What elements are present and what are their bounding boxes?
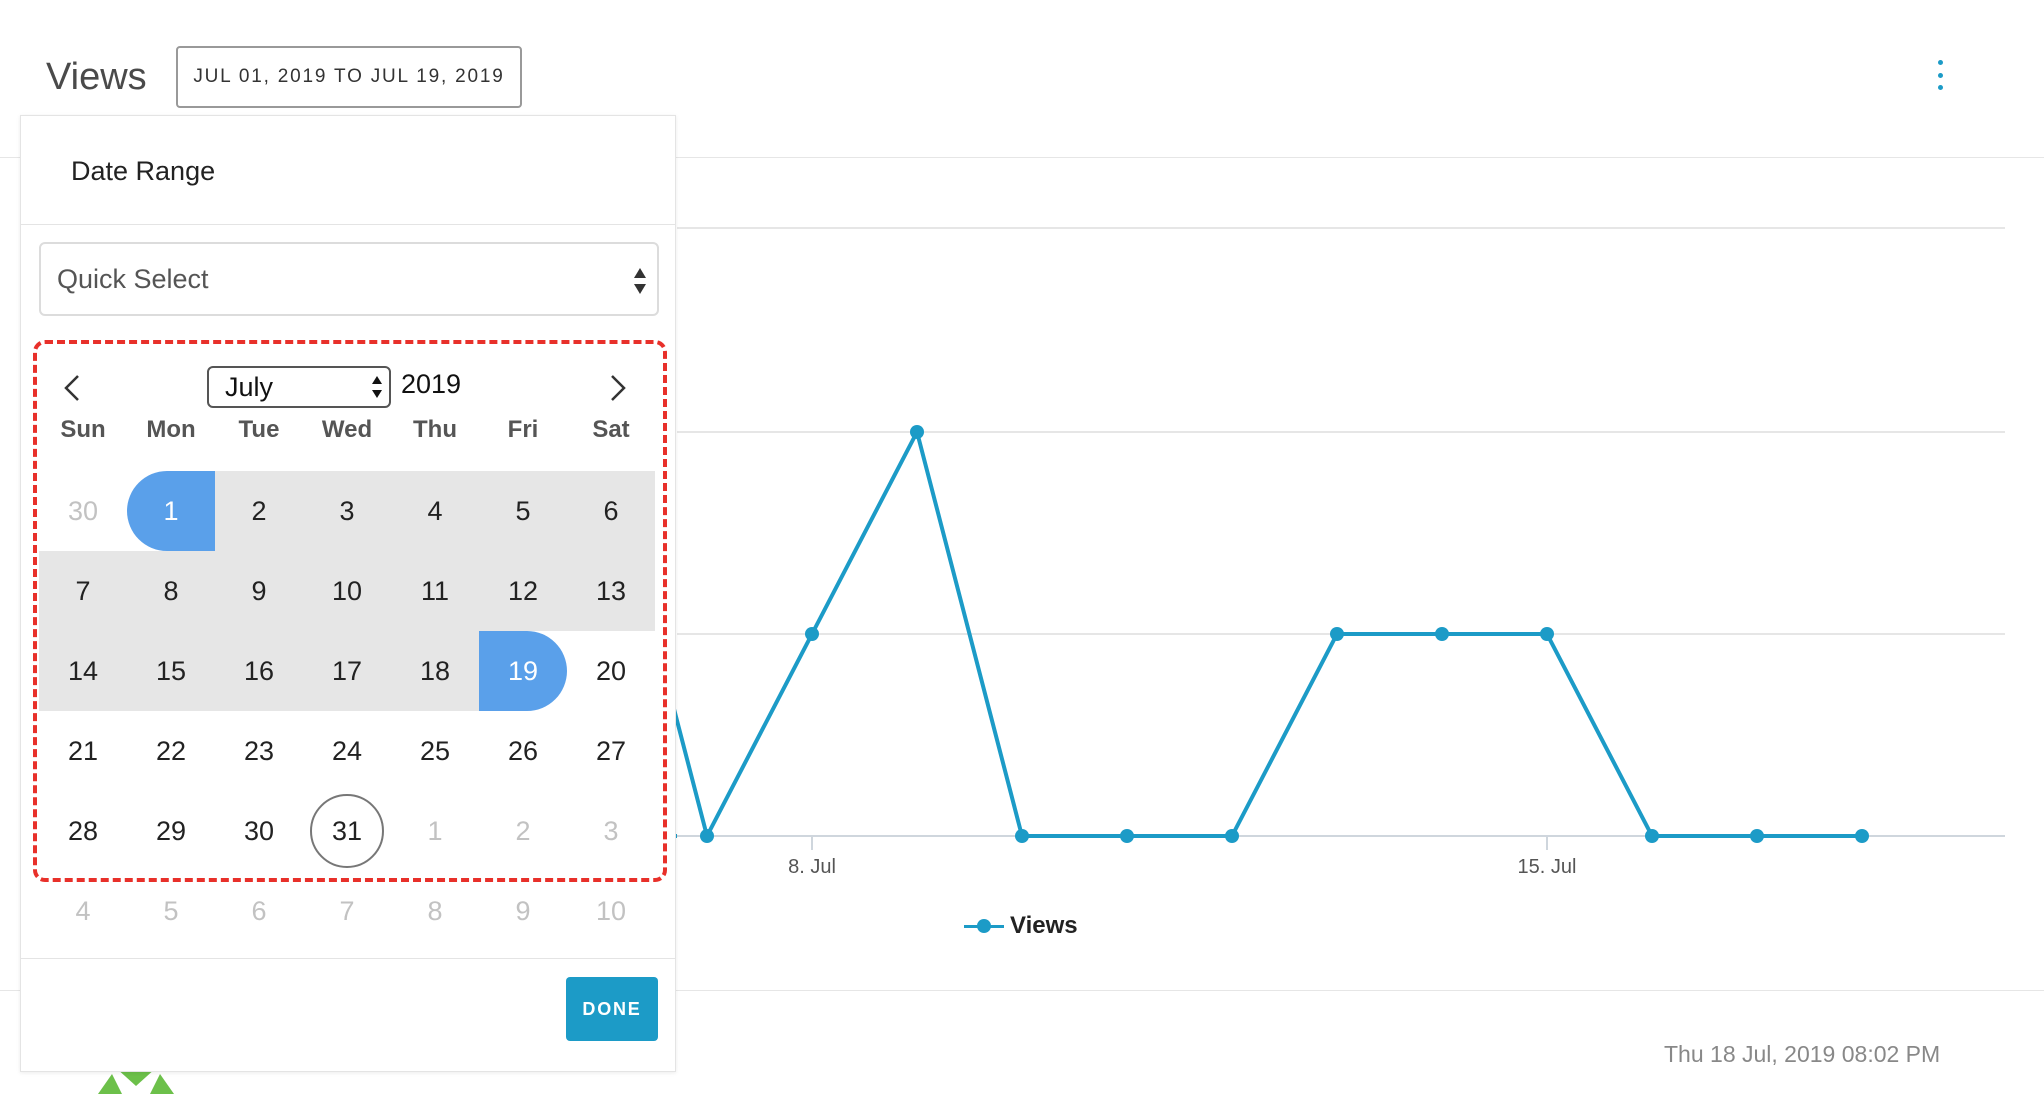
calendar-day[interactable]: 2 (215, 471, 303, 551)
calendar-day[interactable]: 5 (127, 871, 215, 951)
calendar-day[interactable]: 30 (215, 791, 303, 871)
calendar-day[interactable]: 30 (39, 471, 127, 551)
calendar-day[interactable]: 8 (391, 871, 479, 951)
calendar-day[interactable]: 21 (39, 711, 127, 791)
data-point (1645, 829, 1659, 843)
data-point (1540, 627, 1554, 641)
popover-divider (21, 958, 675, 959)
calendar-day[interactable]: 2 (479, 791, 567, 871)
data-point (1435, 627, 1449, 641)
data-point (1015, 829, 1029, 843)
legend-label-views: Views (1010, 912, 1078, 939)
x-tick-label: 15. Jul (1518, 856, 1577, 878)
quick-select-dropdown[interactable]: Quick Select (39, 242, 659, 316)
calendar-day[interactable]: 10 (303, 551, 391, 631)
weekday-header-row: Sun Mon Tue Wed Thu Fri Sat (39, 416, 655, 456)
calendar-day[interactable]: 10 (567, 871, 655, 951)
data-point (1120, 829, 1134, 843)
weekday-label: Wed (321, 416, 373, 443)
data-point (700, 829, 714, 843)
calendar-day[interactable]: 7 (303, 871, 391, 951)
calendar-day[interactable]: 23 (215, 711, 303, 791)
calendar-week-row: 14 15 16 17 18 19 20 (39, 631, 655, 711)
weekday-label: Sun (60, 416, 106, 443)
weekday-label: Fri (507, 416, 539, 443)
data-point (1225, 829, 1239, 843)
calendar-day[interactable]: 17 (303, 631, 391, 711)
weekday-label: Thu (413, 416, 457, 443)
month-select-value: July (225, 371, 274, 402)
calendar-day[interactable]: 4 (39, 871, 127, 951)
calendar-day[interactable]: 13 (567, 551, 655, 631)
year-label: 2019 (401, 369, 462, 399)
calendar-day[interactable]: 6 (567, 471, 655, 551)
data-point (1855, 829, 1869, 843)
last-updated-timestamp: Thu 18 Jul, 2019 08:02 PM (1664, 1041, 1941, 1067)
calendar-week-row: 4 5 6 7 8 9 10 (39, 871, 655, 951)
calendar-day[interactable]: 4 (391, 471, 479, 551)
calendar-week-row: 7 8 9 10 11 12 13 (39, 551, 655, 631)
calendar-day[interactable]: 16 (215, 631, 303, 711)
select-arrows-icon (633, 268, 647, 294)
calendar-day[interactable]: 7 (39, 551, 127, 631)
calendar-day[interactable]: 11 (391, 551, 479, 631)
calendar-day[interactable]: 3 (567, 791, 655, 871)
calendar-day[interactable]: 5 (479, 471, 567, 551)
legend-marker-icon (964, 919, 1004, 933)
date-range-popover: Date Range Quick Select July 2019 Sun Mo… (20, 115, 676, 1072)
calendar-day[interactable]: 26 (479, 711, 567, 791)
calendar-day-range-start[interactable]: 1 (127, 471, 215, 551)
select-arrows-icon (371, 376, 383, 398)
calendar-day[interactable]: 25 (391, 711, 479, 791)
weekday-label: Tue (238, 416, 280, 443)
calendar-day[interactable]: 18 (391, 631, 479, 711)
calendar-day-range-end[interactable]: 19 (479, 631, 567, 711)
weekday-label: Mon (146, 416, 196, 443)
calendar-day[interactable]: 8 (127, 551, 215, 631)
next-month-chevron-icon[interactable] (603, 370, 633, 406)
calendar-week-row: 28 29 30 31 1 2 3 (39, 791, 655, 871)
data-point (1330, 627, 1344, 641)
calendar-day[interactable]: 27 (567, 711, 655, 791)
calendar-day[interactable]: 29 (127, 791, 215, 871)
calendar-day[interactable]: 20 (567, 631, 655, 711)
chart-legend[interactable]: Views (964, 912, 1078, 940)
popover-divider (21, 224, 675, 225)
calendar-day[interactable]: 24 (303, 711, 391, 791)
x-tick-label: 8. Jul (788, 856, 836, 878)
calendar-week-row: 21 22 23 24 25 26 27 (39, 711, 655, 791)
calendar-day[interactable]: 9 (479, 871, 567, 951)
month-select[interactable]: July (207, 366, 391, 408)
quick-select-value: Quick Select (57, 263, 209, 294)
calendar-day[interactable]: 9 (215, 551, 303, 631)
calendar-day[interactable]: 22 (127, 711, 215, 791)
popover-title: Date Range (71, 156, 216, 186)
calendar-day-today[interactable]: 31 (303, 791, 391, 871)
data-point (805, 627, 819, 641)
calendar-day[interactable]: 3 (303, 471, 391, 551)
calendar-day[interactable]: 15 (127, 631, 215, 711)
calendar-day[interactable]: 28 (39, 791, 127, 871)
done-button[interactable]: DONE (566, 977, 658, 1041)
weekday-label: Sat (592, 416, 630, 443)
data-point (910, 425, 924, 439)
data-point (1750, 829, 1764, 843)
prev-month-chevron-icon[interactable] (57, 370, 87, 406)
calendar-day[interactable]: 6 (215, 871, 303, 951)
calendar-day[interactable]: 1 (391, 791, 479, 871)
calendar-day[interactable]: 12 (479, 551, 567, 631)
calendar-day[interactable]: 14 (39, 631, 127, 711)
calendar-week-row: 30 1 2 3 4 5 6 (39, 471, 655, 551)
